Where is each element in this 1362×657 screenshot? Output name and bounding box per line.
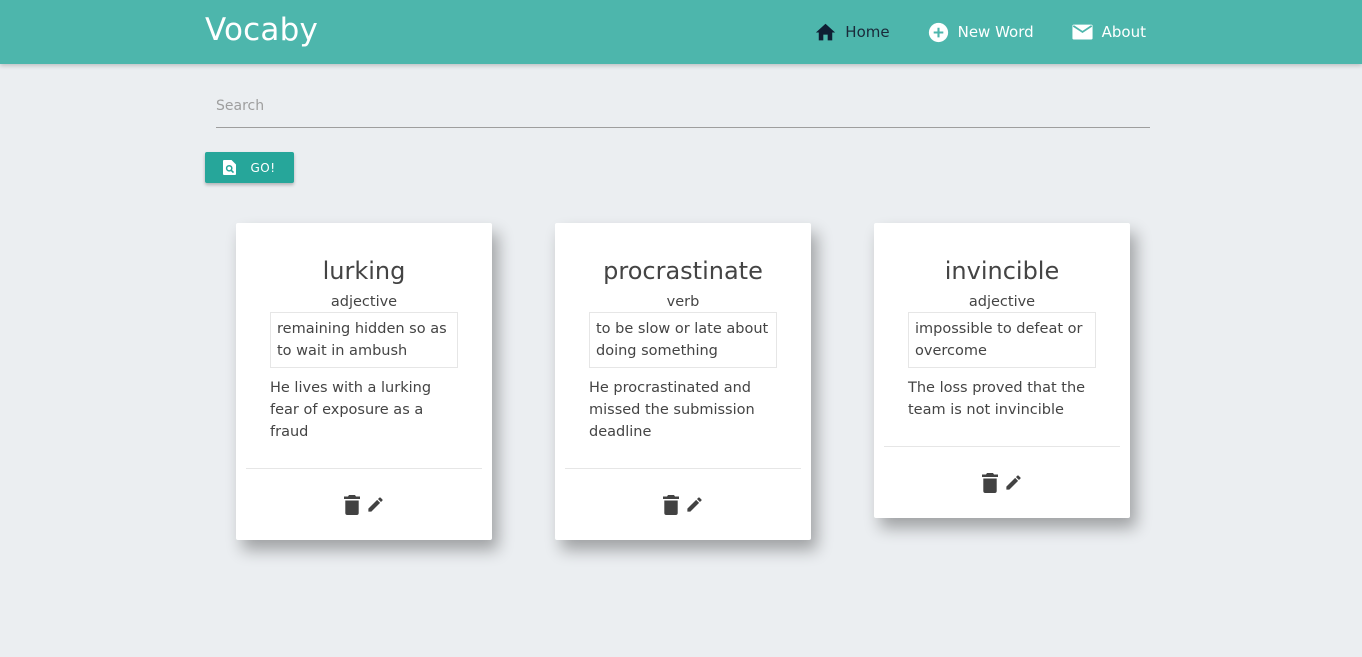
home-icon (816, 23, 836, 41)
delete-button[interactable] (343, 494, 360, 515)
nav-new-word-label: New Word (957, 23, 1034, 41)
word-example: He lives with a lurking fear of exposure… (270, 380, 432, 440)
edit-button[interactable] (366, 495, 385, 514)
word-title: invincible (944, 257, 1060, 285)
word-example: He procrastinated and missed the submiss… (589, 380, 755, 440)
word-definition: to be slow or late about doing something (589, 312, 777, 368)
delete-button[interactable] (662, 494, 679, 515)
search-input[interactable] (216, 86, 1150, 126)
nav-new-word-link[interactable]: New Word (928, 22, 1034, 43)
word-title: lurking (322, 257, 406, 285)
navbar: Vocaby Home New Word About (0, 0, 1362, 64)
card-actions (565, 468, 801, 540)
card-actions (884, 446, 1120, 518)
nav-about-label: About (1101, 23, 1146, 41)
word-example: The loss proved that the team is not inv… (908, 380, 1086, 418)
card-actions (246, 468, 482, 540)
trash-icon (343, 494, 360, 515)
go-button-label: GO! (250, 160, 276, 175)
nav-home-label: Home (845, 23, 890, 41)
pencil-icon (1005, 475, 1021, 490)
add-circle-icon (928, 22, 948, 42)
nav-links: Home New Word About (777, 0, 1146, 64)
part-of-speech: adjective (968, 294, 1036, 310)
word-title: procrastinate (603, 257, 763, 285)
edit-button[interactable] (685, 495, 704, 514)
nav-about-link[interactable]: About (1072, 23, 1146, 41)
brand-logo[interactable]: Vocaby (205, 12, 318, 48)
part-of-speech: adjective (330, 294, 398, 310)
part-of-speech: verb (666, 294, 700, 310)
trash-icon (662, 494, 679, 515)
word-card: procrastinate verb to be slow or late ab… (555, 223, 811, 540)
search-field (216, 86, 1150, 128)
pencil-icon (686, 497, 702, 512)
mail-icon (1072, 24, 1093, 40)
nav-home-link[interactable]: Home (815, 23, 890, 41)
word-card: invincible adjective impossible to defea… (874, 223, 1130, 518)
go-button[interactable]: GO! (205, 152, 294, 183)
pencil-icon (367, 497, 383, 512)
word-definition: impossible to defeat or overcome (908, 312, 1096, 368)
delete-button[interactable] (981, 472, 998, 493)
trash-icon (981, 472, 998, 493)
word-definition: remaining hidden so as to wait in ambush (270, 312, 458, 368)
edit-button[interactable] (1004, 473, 1023, 492)
word-card: lurking adjective remaining hidden so as… (236, 223, 492, 540)
find-in-page-icon (223, 160, 237, 175)
